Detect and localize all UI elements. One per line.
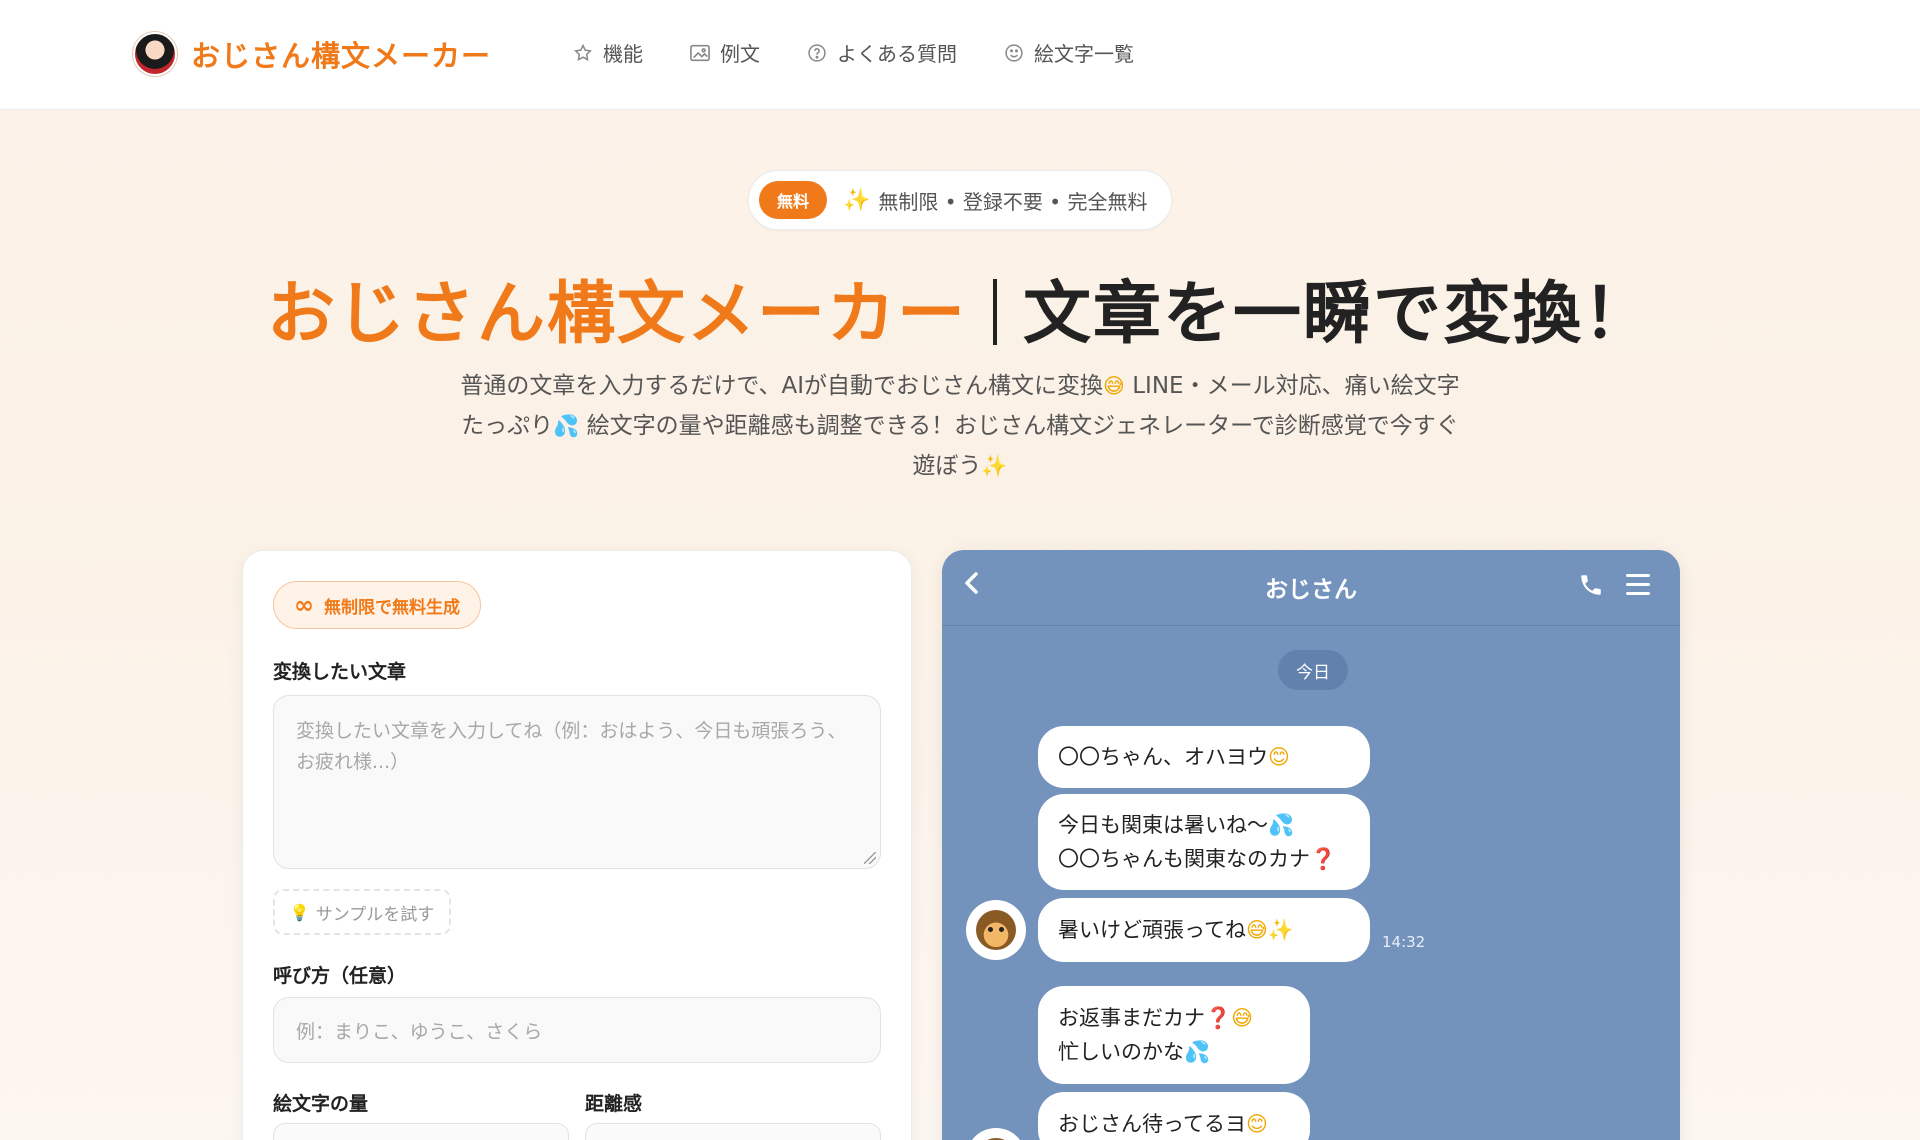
ojisan-face-icon (976, 910, 1016, 950)
lead-text-3: 絵文字の量や距離感も調整できる！おじさん構文ジェネレーターで診断感覚で今すぐ遊ぼ… (579, 413, 1459, 479)
message-text: お返事まだカナ (1058, 1006, 1205, 1030)
title-brand: おじさん構文メーカー (266, 275, 967, 354)
nav-label: 機能 (603, 42, 643, 66)
smile-emoji-icon: 😊 (1245, 1112, 1268, 1136)
date-divider-chip: 今日 (1278, 650, 1348, 690)
nav-item-features[interactable]: 機能 (572, 38, 643, 67)
resize-handle-icon[interactable] (864, 852, 876, 864)
nickname-label: 呼び方（任意） (273, 965, 407, 987)
chat-message-bubble: 暑いけど頑張ってね😅✨ (1038, 898, 1370, 962)
nav-item-examples[interactable]: 例文 (689, 38, 760, 67)
nav-label: 例文 (720, 42, 760, 66)
nickname-placeholder: 例：まりこ、ゆうこ、さくら (296, 1020, 543, 1043)
emoji-amount-label: 絵文字の量 (273, 1093, 369, 1115)
infinity-icon: ∞ (294, 591, 314, 619)
textarea-placeholder: 変換したい文章を入力してね（例：おはよう、今日も頑張ろう、お疲れ様...） (296, 720, 847, 773)
chat-header: おじさん (942, 550, 1680, 626)
sparkle-emoji-icon: ✨ (1267, 918, 1295, 942)
question-mark-emoji-icon: ❓ (1205, 1006, 1232, 1030)
image-icon (689, 42, 711, 64)
pill-text: ✨ 無制限 • 登録不要 • 完全無料 (843, 186, 1147, 215)
chat-message-bubble: 今日も関東は暑いね〜💦 〇〇ちゃんも関東なのカナ❓ (1038, 794, 1370, 890)
message-text: おじさん待ってるヨ (1058, 1112, 1246, 1136)
page-title: おじさん構文メーカー 文章を一瞬で変換！ (0, 258, 1920, 357)
source-text-textarea[interactable]: 変換したい文章を入力してね（例：おはよう、今日も頑張ろう、お疲れ様...） (273, 695, 881, 869)
sparkle-emoji-icon: ✨ (981, 454, 1008, 478)
message-text: 〇〇ちゃん、オハヨウ (1058, 745, 1268, 769)
chat-message-bubble: 〇〇ちゃん、オハヨウ😊 (1038, 726, 1370, 788)
message-text: 〇〇ちゃんも関東なのカナ (1058, 847, 1310, 871)
grinning-sweat-emoji-icon: 😅 (1231, 1006, 1254, 1030)
unlimited-badge-label: 無制限で無料生成 (324, 597, 460, 618)
message-text: 忙しいのかな (1058, 1040, 1184, 1064)
free-badge: 無料 (759, 181, 828, 219)
menu-icon[interactable] (1626, 574, 1650, 596)
sparkle-icon: ✨ (843, 187, 871, 213)
phone-icon[interactable] (1578, 572, 1606, 600)
pill-label: 無制限 • 登録不要 • 完全無料 (878, 189, 1148, 214)
question-circle-icon (806, 42, 828, 64)
distance-select[interactable] (585, 1123, 881, 1140)
grinning-sweat-emoji-icon: 😅 (1245, 918, 1268, 942)
lead-text-1: 普通の文章を入力するだけで、AIが自動でおじさん構文に変換 (460, 373, 1104, 399)
title-separator (993, 279, 997, 346)
converter-form-card: ∞ 無制限で無料生成 変換したい文章 変換したい文章を入力してね（例：おはよう、… (242, 550, 912, 1140)
logo-avatar-icon (133, 32, 177, 76)
star-icon (572, 42, 594, 64)
input-text-label: 変換したい文章 (273, 661, 407, 683)
hero-description: 普通の文章を入力するだけで、AIが自動でおじさん構文に変換😅 LINE・メール対… (460, 366, 1460, 486)
smile-emoji-icon: 😊 (1268, 745, 1290, 769)
ojisan-avatar[interactable] (966, 1128, 1026, 1140)
unlimited-generation-badge: ∞ 無制限で無料生成 (273, 581, 481, 629)
nav-item-emoji-list[interactable]: 絵文字一覧 (1003, 38, 1134, 67)
lightbulb-icon: 💡 (289, 902, 310, 922)
nav-item-faq[interactable]: よくある質問 (806, 38, 957, 67)
sweat-droplets-emoji-icon: 💦 (1184, 1040, 1211, 1064)
message-text: 暑いけど頑張ってね (1058, 918, 1246, 942)
question-mark-emoji-icon: ❓ (1310, 847, 1337, 871)
try-sample-button[interactable]: 💡 サンプルを試す (273, 889, 451, 935)
site-logo[interactable]: おじさん構文メーカー (133, 30, 491, 78)
nickname-input[interactable]: 例：まりこ、ゆうこ、さくら (273, 997, 881, 1063)
chat-message-bubble: お返事まだカナ❓😅 忙しいのかな💦 (1038, 986, 1310, 1084)
message-timestamp: 14:32 (1382, 933, 1426, 951)
emoji-amount-select[interactable] (273, 1123, 569, 1140)
chat-message-bubble: おじさん待ってるヨ😊 (1038, 1092, 1310, 1140)
title-tagline: 文章を一瞬で変換！ (1023, 275, 1654, 354)
sweat-droplets-emoji-icon: 💦 (553, 414, 580, 438)
chat-preview-panel: おじさん 今日 〇〇ちゃん、オハヨウ😊 今日も関東は暑いね〜💦 〇〇ちゃんも関東… (942, 550, 1680, 1140)
free-features-pill: 無料 ✨ 無制限 • 登録不要 • 完全無料 (748, 170, 1172, 230)
smile-icon (1003, 42, 1025, 64)
top-navigation-bar: おじさん構文メーカー 機能 例文 よくある質問 絵文字一覧 (0, 0, 1920, 110)
chat-contact-name: おじさん (1265, 577, 1357, 603)
sweat-droplets-emoji-icon: 💦 (1268, 813, 1295, 837)
ojisan-avatar[interactable] (966, 900, 1026, 960)
main-nav: 機能 例文 よくある質問 絵文字一覧 (572, 38, 1134, 67)
logo-text: おじさん構文メーカー (191, 39, 492, 73)
distance-label: 距離感 (585, 1093, 643, 1115)
message-text: 今日も関東は暑いね〜 (1058, 813, 1268, 837)
nav-label: 絵文字一覧 (1034, 42, 1134, 66)
nav-label: よくある質問 (837, 42, 957, 66)
sample-button-label: サンプルを試す (315, 904, 435, 925)
grinning-sweat-emoji-icon: 😅 (1103, 374, 1125, 398)
